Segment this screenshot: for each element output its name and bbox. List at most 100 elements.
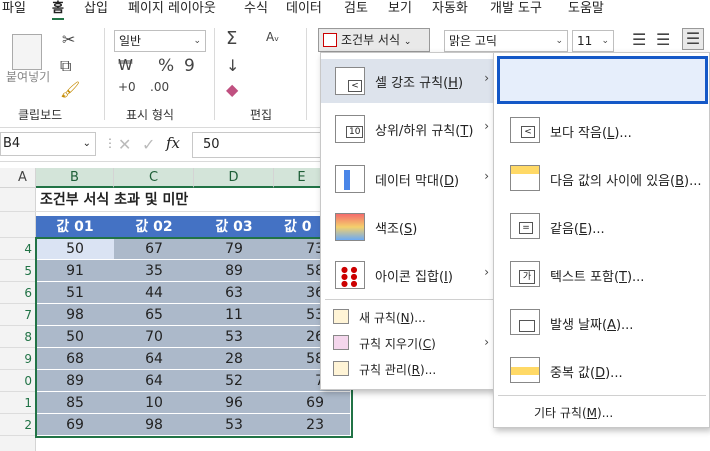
insert-function-icon[interactable]: fx (166, 134, 180, 152)
cancel-icon[interactable]: ✕ (118, 135, 131, 154)
font-size-dropdown[interactable]: 11 ⌄ (572, 30, 614, 52)
table-cell[interactable]: 50 (36, 326, 114, 348)
clear-icon[interactable]: ◆ (226, 80, 238, 99)
menu-item-color-scales[interactable]: 색조(S) (321, 205, 497, 249)
table-cell[interactable]: 70 (114, 326, 194, 348)
menu-item-greater-than[interactable]: > 보다 큼(G)... (494, 59, 710, 105)
conditional-formatting-button[interactable]: 조건부 서식 ⌄ (318, 28, 430, 52)
menu-item-between[interactable]: 다음 값의 사이에 있음(B)... (494, 155, 710, 201)
menu-item-clear-rules[interactable]: 규칙 지우기(C) › (321, 331, 497, 355)
table-cell[interactable]: 64 (114, 348, 194, 370)
table-cell[interactable]: 64 (114, 370, 194, 392)
decrease-decimal-icon[interactable]: .00 (150, 80, 169, 94)
table-cell[interactable]: 69 (274, 392, 350, 414)
paste-label[interactable]: 붙여넣기 (6, 68, 50, 85)
table-header[interactable]: 값 03 (194, 216, 274, 238)
table-cell[interactable]: 10 (114, 392, 194, 414)
menu-item-date-occurring[interactable]: 발생 날짜(A)... (494, 299, 710, 345)
tab-data[interactable]: 데이터 (286, 0, 322, 20)
cut-icon[interactable]: ✂ (62, 30, 75, 49)
row-header[interactable]: 5 (0, 260, 36, 282)
table-cell[interactable]: 28 (194, 348, 274, 370)
menu-item-top-bottom-rules[interactable]: 10 상위/하위 규칙(T) › (321, 107, 497, 151)
row-header[interactable]: 2 (0, 414, 36, 436)
column-header-d[interactable]: D (194, 168, 274, 188)
table-cell[interactable]: 50 (36, 238, 114, 260)
sheet-title[interactable]: 조건부 서식 초과 및 미만 (36, 188, 336, 212)
row-header[interactable]: 8 (0, 326, 36, 348)
row-header[interactable]: 9 (0, 348, 36, 370)
menu-item-highlight-cells-rules[interactable]: < 셀 강조 규칙(H) › (321, 59, 497, 103)
row-header[interactable]: 7 (0, 304, 36, 326)
table-header[interactable]: 값 02 (114, 216, 194, 238)
align-top-icon[interactable]: ☰ (632, 30, 646, 49)
table-cell[interactable]: 98 (114, 414, 194, 436)
number-format-dropdown[interactable]: 일반 ⌄ (114, 30, 206, 52)
align-middle-icon[interactable]: ☰ (656, 30, 670, 49)
fill-icon[interactable]: ↓ (226, 56, 239, 75)
tab-insert[interactable]: 삽입 (84, 0, 108, 20)
currency-icon[interactable]: ₩ (118, 56, 133, 74)
table-cell[interactable]: 98 (36, 304, 114, 326)
formula-input[interactable]: 50 (192, 132, 322, 158)
tab-help[interactable]: 도움말 (568, 0, 604, 20)
comma-icon[interactable]: 9 (184, 56, 195, 76)
table-header[interactable]: 값 01 (36, 216, 114, 238)
table-cell[interactable]: 79 (194, 238, 274, 260)
table-header[interactable]: 값 0 (274, 216, 324, 238)
menu-item-more-rules[interactable]: 기타 규칙(M)... (494, 399, 710, 425)
copy-icon[interactable]: ⧉ (60, 56, 71, 76)
format-painter-icon[interactable]: 🖌 (60, 80, 80, 99)
table-cell[interactable]: 51 (36, 282, 114, 304)
row-header[interactable] (0, 188, 36, 212)
table-cell[interactable]: 44 (114, 282, 194, 304)
table-cell[interactable]: 89 (36, 370, 114, 392)
menu-item-new-rule[interactable]: 새 규칙(N)... (321, 305, 497, 329)
autosum-icon[interactable]: Σ (226, 28, 237, 49)
table-cell[interactable]: 65 (114, 304, 194, 326)
menu-item-icon-sets[interactable]: ● ● ● ● ● ● 아이콘 집합(I) › (321, 253, 497, 297)
column-header-c[interactable]: C (114, 168, 194, 188)
tab-review[interactable]: 검토 (344, 0, 368, 20)
tab-page-layout[interactable]: 페이지 레이아웃 (128, 0, 216, 20)
table-cell[interactable]: 68 (36, 348, 114, 370)
tab-file[interactable]: 파일 (2, 0, 26, 20)
tab-automate[interactable]: 자동화 (432, 0, 468, 20)
column-header-a[interactable]: A (10, 168, 36, 188)
tab-formulas[interactable]: 수식 (244, 0, 268, 20)
table-cell[interactable]: 63 (194, 282, 274, 304)
row-header[interactable]: 6 (0, 282, 36, 304)
tab-home[interactable]: 홈 (52, 0, 64, 20)
paste-icon[interactable] (12, 34, 42, 70)
column-header-b[interactable]: B (36, 168, 114, 188)
name-box[interactable]: B4 ⌄ (0, 132, 96, 156)
menu-item-manage-rules[interactable]: 규칙 관리(R)... (321, 357, 497, 381)
menu-item-text-contains[interactable]: 가 텍스트 포함(T)... (494, 251, 710, 297)
table-cell[interactable]: 52 (194, 370, 274, 392)
row-header[interactable] (0, 216, 36, 238)
align-bottom-icon[interactable]: ☰ (682, 28, 704, 50)
table-cell[interactable]: 91 (36, 260, 114, 282)
font-name-dropdown[interactable]: 맑은 고딕 ⌄ (444, 30, 568, 52)
table-cell[interactable]: 67 (114, 238, 194, 260)
table-cell[interactable]: 69 (36, 414, 114, 436)
table-cell[interactable]: 35 (114, 260, 194, 282)
table-cell[interactable]: 96 (194, 392, 274, 414)
menu-item-data-bars[interactable]: 데이터 막대(D) › (321, 157, 497, 201)
row-header[interactable]: 1 (0, 392, 36, 414)
table-cell[interactable]: 23 (274, 414, 350, 436)
tab-view[interactable]: 보기 (388, 0, 412, 20)
increase-decimal-icon[interactable]: +0 (118, 80, 136, 94)
table-cell[interactable]: 53 (194, 414, 274, 436)
percent-icon[interactable]: % (158, 56, 174, 76)
sort-filter-icon[interactable]: Aᵥ (266, 30, 279, 44)
table-cell[interactable]: 53 (194, 326, 274, 348)
table-cell[interactable]: 85 (36, 392, 114, 414)
table-cell[interactable]: 89 (194, 260, 274, 282)
row-header[interactable]: 4 (0, 238, 36, 260)
row-header[interactable]: 0 (0, 370, 36, 392)
menu-item-less-than[interactable]: < 보다 작음(L)... (494, 107, 710, 153)
enter-icon[interactable]: ✓ (142, 135, 155, 154)
menu-item-duplicate-values[interactable]: 중복 값(D)... (494, 347, 710, 393)
table-cell[interactable]: 11 (194, 304, 274, 326)
